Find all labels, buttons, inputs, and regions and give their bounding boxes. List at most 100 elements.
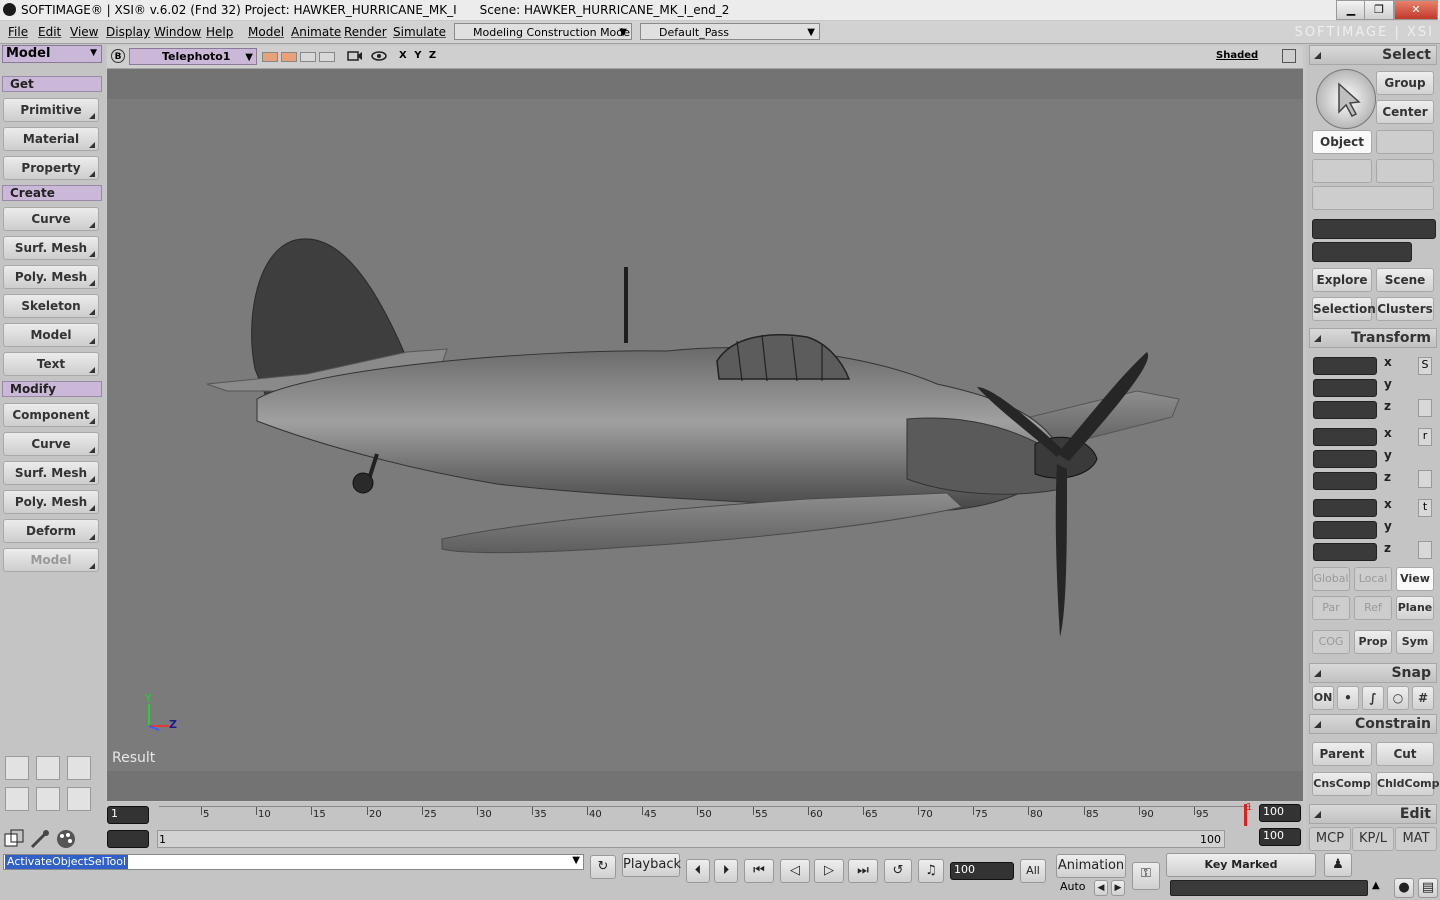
- maximize-viewport-icon[interactable]: [1282, 49, 1296, 63]
- group-button[interactable]: Group: [1376, 71, 1434, 95]
- create-surf-mesh-button[interactable]: Surf. Mesh: [3, 236, 99, 260]
- parent-button[interactable]: Parent: [1312, 742, 1372, 766]
- camera-select[interactable]: Telephoto1 ▼: [129, 48, 257, 65]
- chevron-up-icon[interactable]: ▲: [1372, 880, 1380, 891]
- local-button[interactable]: Local: [1354, 567, 1392, 591]
- scale-z-label[interactable]: z: [1384, 399, 1391, 413]
- menu-simulate[interactable]: Simulate: [393, 25, 446, 39]
- axis-toggle[interactable]: X Y Z: [399, 50, 438, 61]
- key-icon[interactable]: ⚿: [1132, 862, 1160, 890]
- rotate-y-field[interactable]: [1313, 450, 1377, 468]
- timeline-ruler[interactable]: 5 10 15 20 25 30 35 40 45 50 55 60 65 70 75 80 85 90 95: [159, 806, 1251, 825]
- last-frame-icon[interactable]: ⏭: [848, 859, 878, 883]
- snap-grid-icon[interactable]: #: [1412, 686, 1434, 710]
- rotate-z-field[interactable]: [1313, 472, 1377, 490]
- snap-header[interactable]: Snap: [1309, 663, 1437, 683]
- explore-button[interactable]: Explore: [1312, 268, 1372, 292]
- prop-button[interactable]: Prop: [1354, 630, 1392, 654]
- prev-key-icon[interactable]: ⏴: [686, 859, 710, 883]
- snap-surface-icon[interactable]: ○: [1387, 686, 1409, 710]
- section-create[interactable]: Create: [2, 185, 102, 201]
- modify-model-button[interactable]: Model: [3, 548, 99, 572]
- start-frame-field[interactable]: 1: [107, 806, 149, 824]
- transform-tool-icon[interactable]: [2, 828, 26, 850]
- palette-icon[interactable]: [54, 828, 78, 850]
- layout-single-icon[interactable]: [5, 756, 29, 780]
- modify-surf-mesh-button[interactable]: Surf. Mesh: [3, 461, 99, 485]
- section-get[interactable]: Get: [2, 76, 102, 92]
- animation-button[interactable]: Animation: [1056, 854, 1126, 878]
- viewport-toggle-4[interactable]: [319, 52, 335, 62]
- play-forward-icon[interactable]: ▷: [814, 859, 844, 883]
- aircraft-model[interactable]: [107, 69, 1303, 801]
- play-backward-icon[interactable]: ◁: [780, 859, 810, 883]
- ref-button[interactable]: Ref: [1354, 596, 1392, 620]
- minimize-button[interactable]: ▁: [1336, 0, 1366, 20]
- tab-kpl[interactable]: KP/L: [1352, 827, 1394, 851]
- 3d-viewport[interactable]: Y Z Result: [107, 69, 1303, 801]
- get-property-button[interactable]: Property: [3, 156, 99, 180]
- select-filter-button[interactable]: [1312, 186, 1434, 210]
- chldcomp-button[interactable]: ChldComp: [1376, 772, 1440, 796]
- transform-header[interactable]: Transform: [1309, 328, 1437, 348]
- modify-curve-button[interactable]: Curve: [3, 432, 99, 456]
- layout-right-split-icon[interactable]: [67, 787, 91, 811]
- scale-mode-button[interactable]: S: [1418, 357, 1432, 375]
- viewport-toggle-1[interactable]: [262, 52, 278, 62]
- select-slot-button-3[interactable]: [1376, 159, 1434, 183]
- layout-quad-icon[interactable]: [67, 756, 91, 780]
- module-select[interactable]: Model ▼: [2, 45, 102, 63]
- select-slot-button-2[interactable]: [1312, 159, 1372, 183]
- section-modify[interactable]: Modify: [2, 381, 102, 397]
- create-model-button[interactable]: Model: [3, 323, 99, 347]
- snap-point-icon[interactable]: •: [1337, 686, 1359, 710]
- range-slider[interactable]: 1 100: [157, 830, 1225, 848]
- snap-curve-icon[interactable]: ∫: [1362, 686, 1384, 710]
- sym-button[interactable]: Sym: [1396, 630, 1434, 654]
- par-button[interactable]: Par: [1312, 596, 1350, 620]
- rotate-x-label[interactable]: x: [1384, 426, 1392, 440]
- wrench-icon[interactable]: [28, 828, 52, 850]
- select-header[interactable]: Select: [1309, 45, 1437, 65]
- menu-file[interactable]: File: [8, 25, 28, 39]
- translate-y-field[interactable]: [1313, 521, 1377, 539]
- menu-animate[interactable]: Animate: [291, 25, 341, 39]
- select-arrow-icon[interactable]: [1316, 69, 1376, 129]
- create-curve-button[interactable]: Curve: [3, 207, 99, 231]
- menu-model[interactable]: Model: [248, 25, 284, 39]
- constrain-header[interactable]: Constrain: [1309, 714, 1437, 734]
- scale-y-label[interactable]: y: [1384, 377, 1392, 391]
- playback-button[interactable]: Playback: [622, 853, 681, 877]
- create-skeleton-button[interactable]: Skeleton: [3, 294, 99, 318]
- modify-component-button[interactable]: Component: [3, 403, 99, 427]
- center-button[interactable]: Center: [1376, 100, 1434, 124]
- translate-y-label[interactable]: y: [1384, 519, 1392, 533]
- viewport-toggle-2[interactable]: [281, 52, 297, 62]
- loop-playback-icon[interactable]: ↺: [884, 859, 912, 883]
- display-mode-menu[interactable]: Shaded: [1216, 50, 1258, 61]
- cog-button[interactable]: COG: [1312, 630, 1350, 654]
- menu-edit[interactable]: Edit: [38, 25, 61, 39]
- rotate-lock-icon[interactable]: [1418, 470, 1432, 488]
- menu-render[interactable]: Render: [344, 25, 387, 39]
- view-button[interactable]: View: [1396, 567, 1434, 591]
- key-marked-parameters-button[interactable]: Key Marked Parameters: [1166, 853, 1316, 893]
- clusters-button[interactable]: Clusters: [1376, 297, 1434, 321]
- rotate-x-field[interactable]: [1313, 428, 1377, 446]
- menu-view[interactable]: View: [70, 25, 98, 39]
- translate-mode-button[interactable]: t: [1418, 499, 1432, 517]
- snap-on-button[interactable]: ON: [1312, 686, 1334, 710]
- scale-z-field[interactable]: [1313, 401, 1377, 419]
- eye-icon[interactable]: [371, 49, 387, 63]
- prev-keyframe-icon[interactable]: ◀: [1094, 880, 1108, 896]
- layout-left-split-icon[interactable]: [5, 787, 29, 811]
- end-frame-field[interactable]: 100: [1259, 804, 1301, 822]
- modify-poly-mesh-button[interactable]: Poly. Mesh: [3, 490, 99, 514]
- first-frame-icon[interactable]: ⏮: [744, 859, 774, 883]
- range-start-field[interactable]: [107, 830, 149, 848]
- layout-three-column-icon[interactable]: [36, 787, 60, 811]
- camera-icon[interactable]: [347, 49, 363, 63]
- rotate-z-label[interactable]: z: [1384, 470, 1391, 484]
- tab-mat[interactable]: MAT: [1395, 827, 1437, 851]
- scale-lock-icon[interactable]: [1418, 399, 1432, 417]
